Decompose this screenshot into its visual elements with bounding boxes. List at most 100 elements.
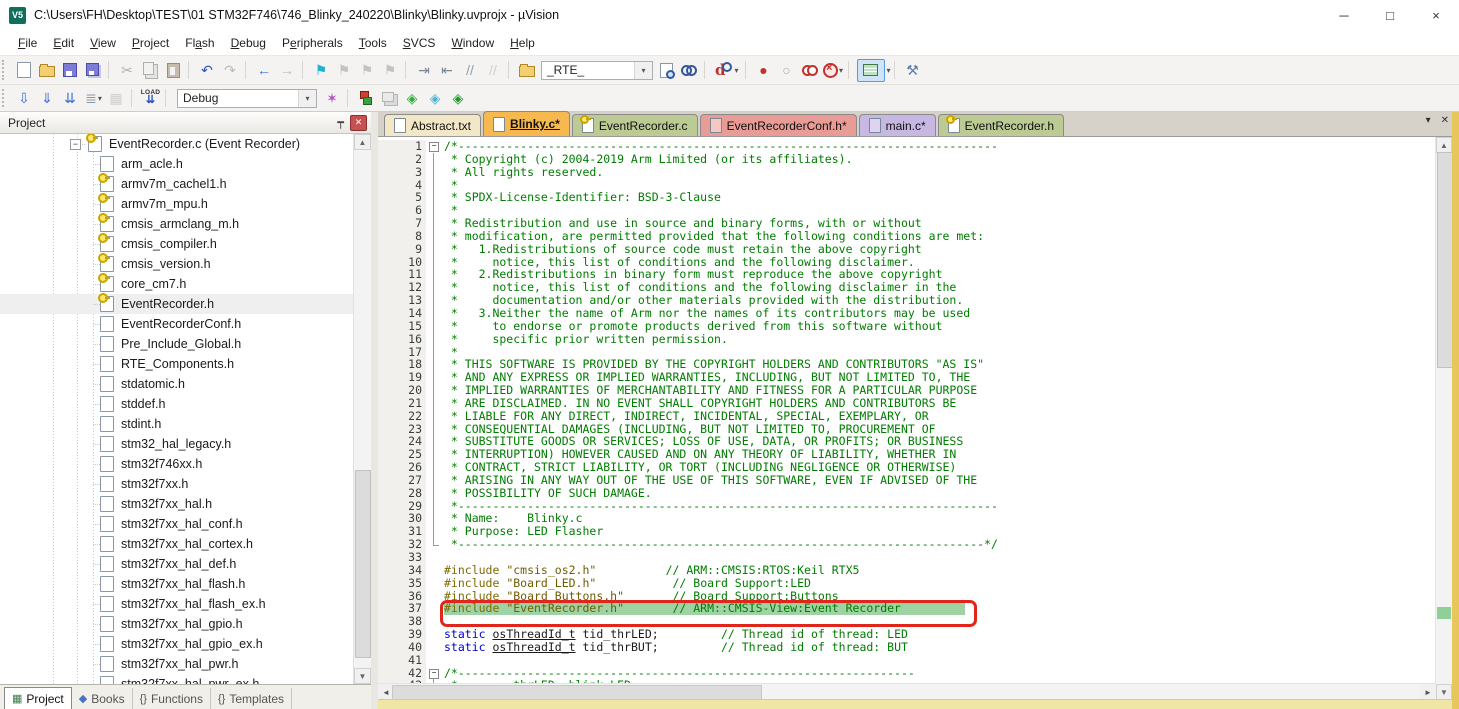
fold-margin[interactable]: − [426,590,444,603]
code-line[interactable]: 32 − *----------------------------------… [378,538,1436,551]
target-select-value[interactable]: Debug [178,91,298,105]
code-line[interactable]: 40 − static osThreadId_t tid_thrBUT; // … [378,641,1436,654]
tree-item[interactable]: Pre_Include_Global.h [0,334,354,354]
file-search-value[interactable]: _RTE_ [542,63,634,77]
tree-item-eventrecorder-c[interactable]: − EventRecorder.c (Event Recorder) [0,134,354,154]
indent-left-icon[interactable]: ⇤ [436,60,459,81]
tree-item[interactable]: stm32f7xx_hal_gpio_ex.h [0,634,354,654]
kill-all-breakpoints-icon[interactable]: ▾ [822,60,845,81]
bookmark-prev-icon[interactable]: ⚑ [333,60,356,81]
menu-file[interactable]: File [10,33,45,53]
tree-scrollbar-thumb[interactable] [355,470,371,658]
fold-margin[interactable]: − [426,204,444,217]
chevron-down-icon[interactable]: ▾ [735,66,739,75]
tree-item[interactable]: stm32f7xx_hal_flash_ex.h [0,594,354,614]
menu-view[interactable]: View [82,33,124,53]
tree-item[interactable]: stddef.h [0,394,354,414]
fold-margin[interactable]: − [426,512,444,525]
save-icon[interactable] [59,60,82,81]
tree-item[interactable]: core_cm7.h [0,274,354,294]
fold-margin[interactable]: − [426,153,444,166]
fold-margin[interactable]: − [426,166,444,179]
tree-item[interactable]: stm32f7xx_hal_conf.h [0,514,354,534]
save-all-icon[interactable] [82,60,105,81]
disable-all-breakpoints-icon[interactable] [799,60,822,81]
tree-scrollbar[interactable]: ▲ ▼ [353,134,371,684]
tree-item[interactable]: stm32f7xx_hal_gpio.h [0,614,354,634]
menu-project[interactable]: Project [124,33,177,53]
enable-breakpoint-icon[interactable]: ○ [776,60,799,81]
fold-margin[interactable]: − [426,602,444,615]
filter-packs-icon[interactable]: ◈ [424,88,447,109]
tree-item[interactable]: stm32f7xx.h [0,474,354,494]
fold-margin[interactable]: − [426,268,444,281]
open-file-icon[interactable] [36,60,59,81]
fold-margin[interactable]: − [426,500,444,513]
configure-find-icon[interactable] [516,60,539,81]
scroll-down-icon[interactable]: ▼ [354,668,371,684]
fold-margin[interactable]: − [426,191,444,204]
fold-margin[interactable]: − [426,423,444,436]
find-icon[interactable] [678,60,701,81]
fold-margin[interactable]: − [426,487,444,500]
tab-main-c[interactable]: main.c* [859,114,936,136]
fold-margin[interactable]: − [426,179,444,192]
dynamic-search-button[interactable]: d ▾ [715,61,739,79]
bookmark-next-icon[interactable]: ⚑ [356,60,379,81]
code-line[interactable]: 5 − * SPDX-License-Identifier: BSD-3-Cla… [378,191,1436,204]
tree-item[interactable]: stm32f7xx_hal_def.h [0,554,354,574]
tree-item[interactable]: armv7m_cachel1.h [0,174,354,194]
batch-build-icon[interactable]: ≣ ▾ [82,88,105,109]
translate-icon[interactable]: ⇩ [13,88,36,109]
editor-hscroll-thumb[interactable] [392,685,762,700]
menu-debug[interactable]: Debug [223,33,274,53]
fold-margin[interactable]: − [426,307,444,320]
multi-project-icon[interactable] [378,88,401,109]
tree-item[interactable]: arm_acle.h [0,154,354,174]
target-options-icon[interactable]: ✶ [321,88,344,109]
navigate-back-icon[interactable]: ← [253,60,276,81]
fold-margin[interactable]: − [426,654,444,667]
rebuild-icon[interactable]: ⇊ [59,88,82,109]
fold-margin[interactable]: − [426,346,444,359]
fold-margin[interactable]: − [426,628,444,641]
scroll-up-icon[interactable]: ▲ [354,134,371,150]
tree-item[interactable]: stdatomic.h [0,374,354,394]
fold-margin[interactable]: − [426,551,444,564]
panel-tab-functions[interactable]: {} Functions [133,688,211,709]
fold-margin[interactable]: − [426,384,444,397]
toolbar-drag-handle[interactable] [2,60,11,80]
fold-margin[interactable]: − [426,448,444,461]
menu-window[interactable]: Window [443,33,502,53]
fold-margin[interactable]: − [426,525,444,538]
menu-help[interactable]: Help [502,33,543,53]
collapse-icon[interactable]: − [70,139,81,150]
fold-margin[interactable]: − [426,256,444,269]
fold-margin[interactable]: − [426,397,444,410]
tree-item[interactable]: EventRecorderConf.h [0,314,354,334]
fold-margin[interactable]: − [426,371,444,384]
panel-tab-templates[interactable]: {} Templates [211,688,292,709]
tree-item[interactable]: stm32f7xx_hal_pwr.h [0,654,354,674]
tree-item[interactable]: stm32f7xx_hal_pwr_ex.h [0,674,354,684]
manage-rte-icon[interactable] [355,88,378,109]
tree-item[interactable]: stm32f746xx.h [0,454,354,474]
copy-icon[interactable] [139,60,162,81]
find-in-files-icon[interactable] [655,60,678,81]
scroll-right-icon[interactable]: ► [1420,684,1436,700]
tab-abstract-txt[interactable]: Abstract.txt [384,114,481,136]
menu-tools[interactable]: Tools [351,33,395,53]
fold-margin[interactable]: − [426,564,444,577]
code-line[interactable]: 37 − #include "EventRecorder.h" // ARM::… [378,602,1436,615]
tree-item[interactable]: EventRecorder.h [0,294,354,314]
tree-item[interactable]: RTE_Components.h [0,354,354,374]
fold-margin[interactable]: − [426,243,444,256]
fold-margin[interactable]: − [426,281,444,294]
fold-margin[interactable]: − [426,217,444,230]
tree-item[interactable]: stm32f7xx_hal.h [0,494,354,514]
panel-splitter[interactable] [371,112,378,709]
bookmark-clear-icon[interactable]: ⚑ [379,60,402,81]
fold-margin[interactable]: − [426,474,444,487]
editor-vscroll-thumb[interactable] [1437,152,1453,368]
combobox-dropdown-icon[interactable]: ▾ [298,90,316,107]
